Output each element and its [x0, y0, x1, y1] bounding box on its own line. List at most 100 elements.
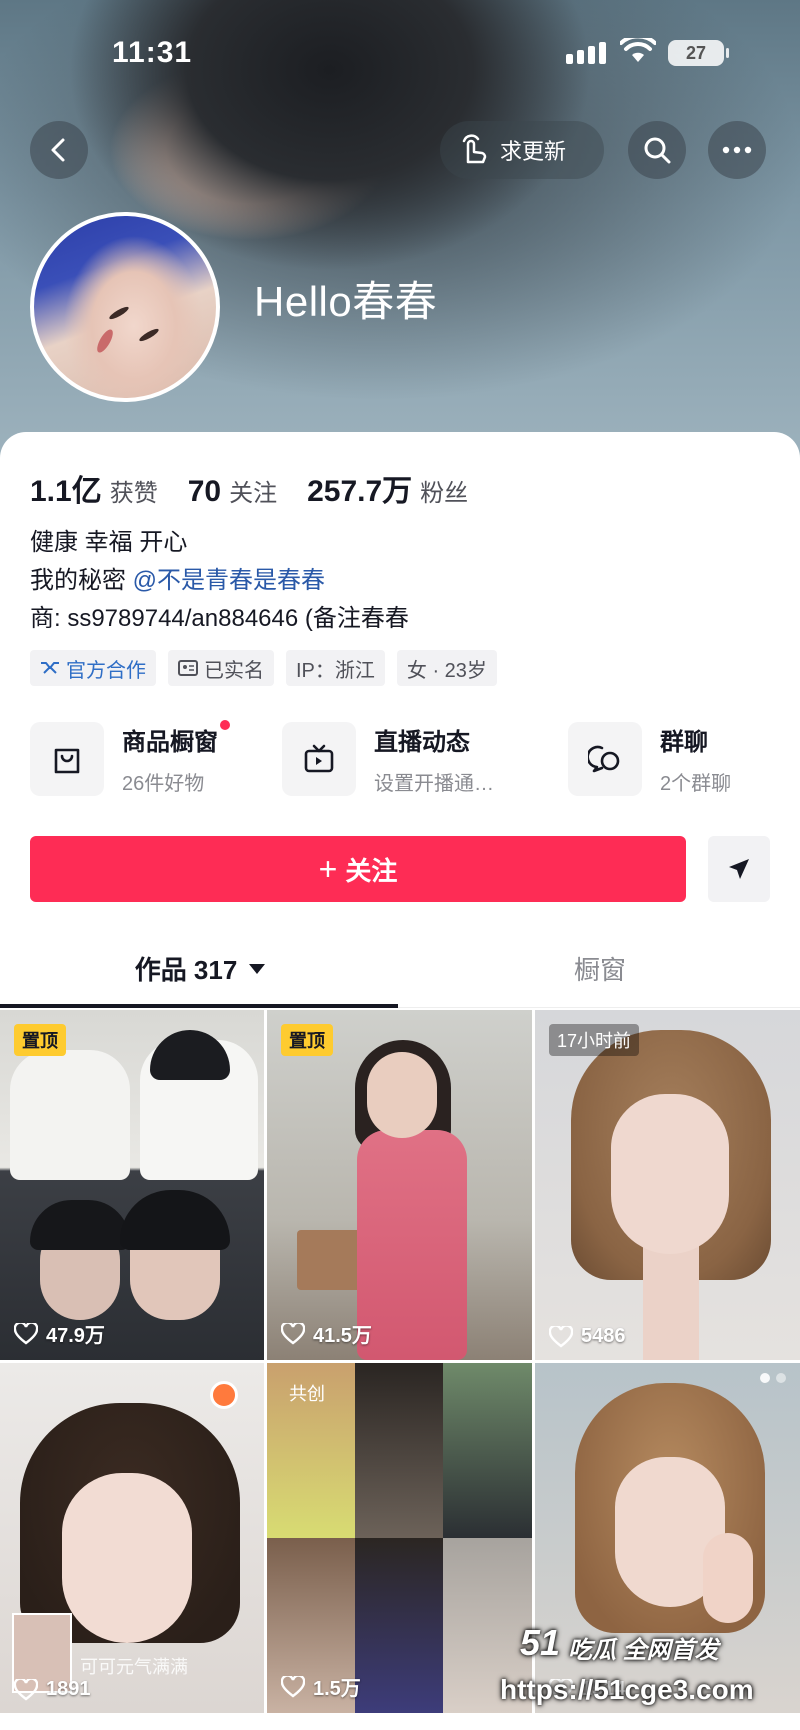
carousel-dots	[760, 1373, 786, 1383]
post-thumbnail[interactable]: 可可元气满满 1891	[0, 1363, 264, 1713]
send-arrow-icon	[729, 859, 749, 879]
battery-indicator: 27	[668, 40, 729, 66]
entry-shop-subtitle: 26件好物	[122, 773, 205, 795]
tag-official-partner[interactable]: 官方合作	[30, 650, 156, 686]
time-badge: 17小时前	[549, 1024, 640, 1056]
stat-likes[interactable]: 1.1亿 获赞	[30, 466, 158, 510]
post-thumbnail[interactable]: 置顶 41.5万	[267, 1010, 532, 1360]
bio-line-3: 商: ss9789744/an884646 (备注春春	[30, 605, 409, 632]
bio-line-2-prefix: 我的秘密	[30, 567, 126, 594]
stat-followers-label: 粉丝	[420, 480, 469, 507]
tab-shop-label: 橱窗	[573, 954, 626, 985]
entry-live-updates[interactable]: 直播动态 设置开播通…	[282, 722, 494, 796]
tag-ip-location: IP：浙江	[286, 650, 385, 686]
stat-following-value: 70	[187, 475, 222, 508]
emoji-sticker-icon	[210, 1381, 238, 1409]
stat-likes-value: 1.1亿	[30, 475, 102, 508]
bio-line-1: 健康 幸福 开心	[30, 529, 188, 556]
status-time: 11:31	[112, 36, 193, 69]
heart-icon	[14, 1678, 38, 1701]
entry-group-subtitle: 2个群聊	[660, 773, 732, 795]
stat-followers-value: 257.7万	[307, 475, 413, 508]
tag-verified: 已实名	[168, 650, 274, 686]
unread-dot	[220, 720, 230, 730]
tab-shop-window[interactable]: 橱窗	[400, 928, 800, 1008]
wifi-icon	[620, 38, 656, 62]
bio-mention-link[interactable]: @不是青春是春春	[133, 567, 325, 594]
active-tab-indicator	[0, 1004, 398, 1008]
co-creation-badge: 共创	[289, 1384, 325, 1404]
share-button[interactable]	[708, 836, 770, 902]
post-caption: 可可元气满满	[80, 1657, 188, 1677]
post-likes-count: 1891	[46, 1678, 91, 1700]
post-likes-count: 5486	[581, 1325, 626, 1347]
cellular-signal-icon	[566, 42, 606, 64]
stat-likes-label: 获赞	[109, 480, 158, 507]
entry-shop-title: 商品橱窗	[122, 729, 218, 756]
search-button[interactable]	[628, 121, 686, 179]
post-likes-count: 41.5万	[313, 1325, 372, 1347]
post-thumbnail[interactable]: 置顶 47.9万	[0, 1010, 264, 1360]
caret-down-icon	[249, 964, 266, 974]
post-likes: 47.9万	[14, 1319, 105, 1348]
profile-entries: 商品橱窗 26件好物 直播动态 设置开播通… 群聊 2个群聊	[30, 720, 770, 796]
pinned-badge: 置顶	[14, 1024, 66, 1056]
tab-works-label: 作品 317	[134, 954, 238, 985]
stat-followers[interactable]: 257.7万 粉丝	[307, 466, 468, 510]
more-dots-icon	[722, 146, 752, 154]
profile-stats: 1.1亿 获赞 70 关注 257.7万 粉丝	[30, 466, 468, 510]
post-likes: 41.5万	[281, 1319, 372, 1348]
watermark: 51 吃瓜 全网首发 https://51cge3.com	[500, 1622, 800, 1730]
group-chat-icon	[568, 722, 642, 796]
post-likes: 5486	[549, 1325, 626, 1348]
heart-icon	[14, 1322, 38, 1345]
plus-icon: +	[318, 850, 338, 887]
post-likes-count: 47.9万	[46, 1325, 105, 1347]
watermark-url: https://51cge3.com	[500, 1674, 754, 1705]
heart-icon	[549, 1325, 573, 1348]
avatar[interactable]	[30, 212, 220, 402]
back-button[interactable]	[30, 121, 88, 179]
search-icon	[644, 137, 671, 164]
poke-finger-icon	[462, 134, 487, 164]
profile-nickname: Hello春春	[254, 278, 438, 325]
entry-live-subtitle: 设置开播通…	[374, 773, 494, 795]
tab-works[interactable]: 作品 317	[0, 928, 400, 1008]
stat-following-label: 关注	[229, 480, 278, 507]
profile-cover: 11:31 27 求更新 Hello春春	[0, 0, 800, 460]
post-thumbnail[interactable]: 17小时前 5486	[535, 1010, 800, 1360]
follow-button[interactable]: + 关注	[30, 836, 686, 902]
post-likes: 1891	[14, 1678, 91, 1701]
tag-ip-label: IP：浙江	[296, 659, 375, 682]
watermark-logo: 51	[520, 1622, 561, 1663]
post-likes: 1.5万	[281, 1672, 361, 1701]
post-grid: 置顶 47.9万 置顶 41.5万 17小时前 5486 可可元气满满 1891…	[0, 1010, 800, 1730]
handshake-icon	[41, 662, 59, 674]
post-likes-count: 1.5万	[313, 1678, 361, 1700]
chevron-left-icon	[51, 138, 65, 162]
post-thumbnail[interactable]: 共创 1.5万	[267, 1363, 532, 1713]
heart-icon	[281, 1675, 305, 1698]
entry-group-title: 群聊	[660, 729, 708, 756]
request-update-button[interactable]: 求更新	[440, 121, 604, 179]
tag-official-label: 官方合作	[66, 659, 146, 682]
profile-sheet: 1.1亿 获赞 70 关注 257.7万 粉丝 健康 幸福 开心 我的秘密 @不…	[0, 432, 800, 1730]
entry-group-chat[interactable]: 群聊 2个群聊	[568, 722, 731, 796]
profile-tags: 官方合作 已实名 IP：浙江 女 · 23岁	[30, 650, 497, 686]
profile-bio: 健康 幸福 开心 我的秘密 @不是青春是春春 商: ss9789744/an88…	[30, 524, 409, 638]
entry-live-title: 直播动态	[374, 729, 470, 756]
pinned-badge: 置顶	[281, 1024, 333, 1056]
tag-gender-age-label: 女 · 23岁	[406, 659, 487, 682]
watermark-text: 吃瓜 全网首发	[568, 1637, 719, 1664]
tag-verified-label: 已实名	[204, 659, 264, 682]
follow-label: 关注	[345, 855, 398, 886]
request-update-label: 求更新	[500, 139, 567, 164]
more-options-button[interactable]	[708, 121, 766, 179]
tv-icon	[282, 722, 356, 796]
stat-following[interactable]: 70 关注	[188, 473, 277, 509]
content-tabs: 作品 317 橱窗	[0, 928, 800, 1008]
tag-gender-age: 女 · 23岁	[396, 650, 497, 686]
shopping-bag-icon	[30, 722, 104, 796]
entry-shop-window[interactable]: 商品橱窗 26件好物	[30, 720, 230, 796]
bio-line-2: 我的秘密 @不是青春是春春	[30, 562, 409, 600]
